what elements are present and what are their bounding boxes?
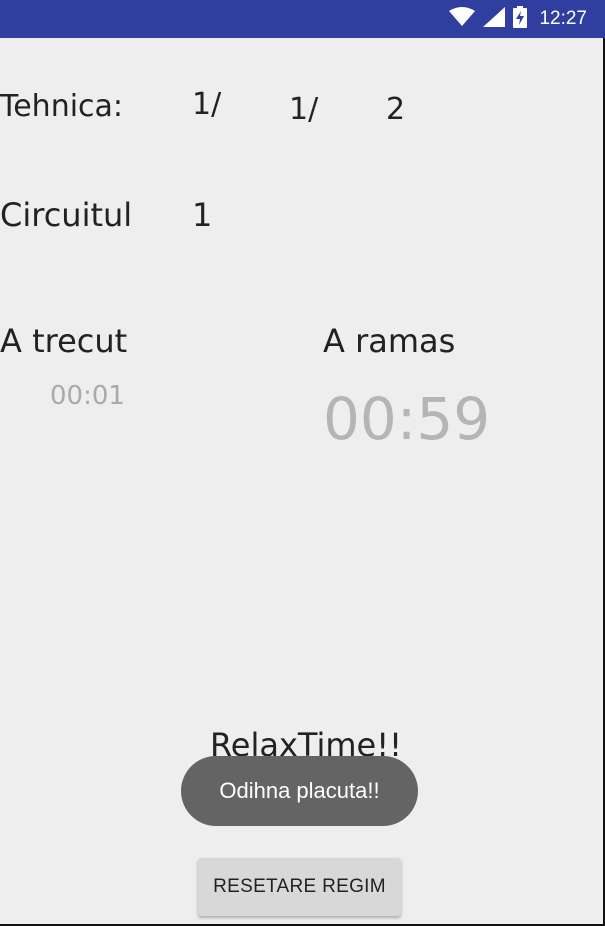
toast-text: Odihna placuta!! — [219, 778, 380, 803]
wifi-icon — [449, 7, 476, 31]
tehnica-value-3: 2 — [386, 92, 406, 127]
elapsed-timer: 00:01 — [50, 381, 125, 411]
tehnica-value-2: 1/ — [289, 92, 319, 127]
circuit-value: 1 — [192, 196, 213, 234]
circuit-label: Circuitul — [0, 196, 133, 234]
elapsed-label: A trecut — [0, 322, 128, 360]
battery-charging-icon — [513, 6, 528, 32]
signal-icon — [483, 7, 506, 31]
status-time: 12:27 — [539, 8, 587, 29]
remaining-timer: 00:59 — [323, 385, 491, 453]
tehnica-value-1: 1/ — [192, 87, 222, 122]
remaining-label: A ramas — [323, 322, 456, 360]
status-bar: 12:27 — [0, 0, 605, 38]
reset-regime-button[interactable]: RESETARE REGIM — [198, 858, 401, 916]
status-icons: 12:27 — [449, 0, 587, 38]
tehnica-label: Tehnica: — [0, 89, 124, 124]
toast-message: Odihna placuta!! — [181, 756, 418, 826]
